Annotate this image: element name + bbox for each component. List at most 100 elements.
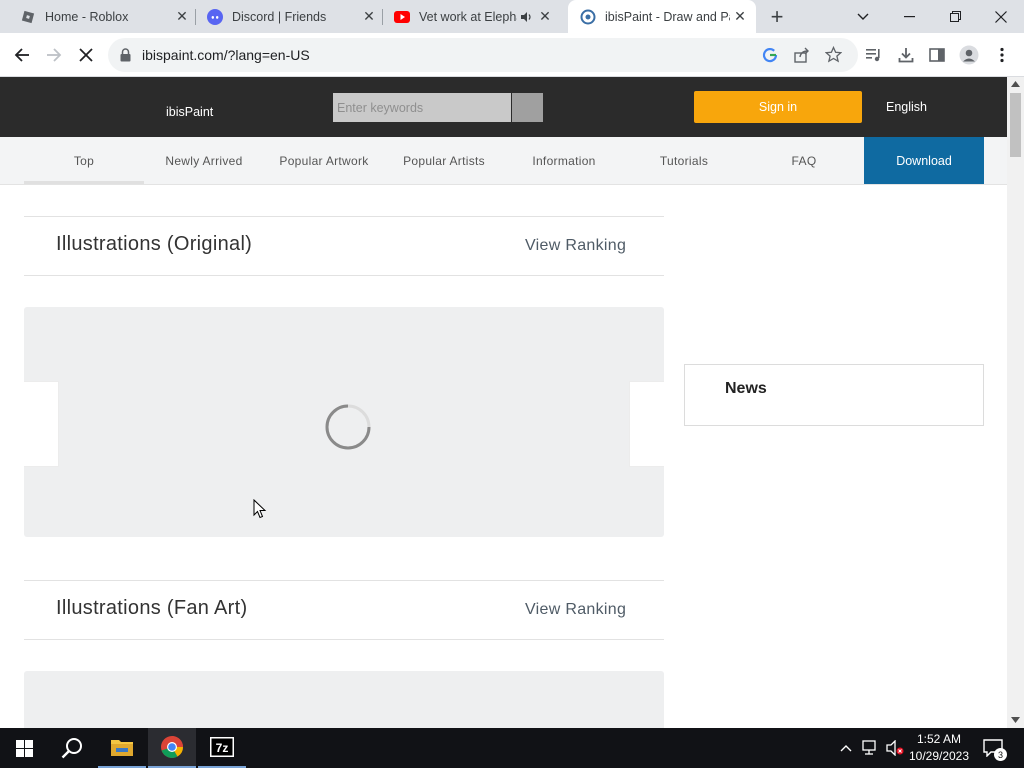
close-icon bbox=[79, 48, 93, 62]
side-panel-button[interactable] bbox=[923, 41, 951, 69]
arrow-right-icon bbox=[47, 48, 62, 62]
artwork-carousel[interactable] bbox=[24, 307, 664, 537]
close-window-button[interactable] bbox=[978, 0, 1024, 33]
nav-top[interactable]: Top bbox=[24, 137, 144, 184]
mouse-cursor-icon bbox=[253, 499, 267, 519]
nav-newly-arrived[interactable]: Newly Arrived bbox=[144, 137, 264, 184]
nav-faq[interactable]: FAQ bbox=[744, 137, 864, 184]
web-page: ibisPaint Sign in English Top Newly Arri… bbox=[0, 77, 1007, 728]
nav-popular-artists[interactable]: Popular Artists bbox=[384, 137, 504, 184]
address-bar[interactable]: ibispaint.com/?lang=en-US bbox=[108, 38, 858, 72]
search-button[interactable] bbox=[512, 93, 543, 122]
search-input[interactable] bbox=[333, 93, 511, 122]
profile-button[interactable] bbox=[955, 41, 983, 69]
file-explorer-button[interactable] bbox=[98, 728, 146, 768]
browser-tab-strip: Home - Roblox ✕ Discord | Friends ✕ Vet … bbox=[0, 0, 1024, 33]
nav-popular-artwork[interactable]: Popular Artwork bbox=[264, 137, 384, 184]
view-ranking-link[interactable]: View Ranking bbox=[525, 601, 626, 619]
section-divider bbox=[24, 580, 664, 581]
section-title-fan-art: Illustrations (Fan Art) bbox=[56, 597, 248, 619]
close-icon bbox=[995, 10, 1007, 23]
download-icon bbox=[898, 48, 914, 63]
new-tab-button[interactable]: + bbox=[764, 4, 790, 30]
close-icon[interactable]: ✕ bbox=[359, 7, 379, 27]
7zip-icon: 7z bbox=[210, 737, 234, 757]
section-divider bbox=[24, 216, 664, 217]
tab-ibispaint[interactable]: ibisPaint - Draw and Paint ✕ bbox=[568, 0, 756, 33]
close-icon[interactable]: ✕ bbox=[172, 7, 192, 27]
volume-button[interactable] bbox=[884, 728, 906, 768]
media-control-button[interactable] bbox=[860, 41, 888, 69]
downloads-button[interactable] bbox=[892, 41, 920, 69]
nav-information[interactable]: Information bbox=[504, 137, 624, 184]
carousel-prev-button[interactable] bbox=[24, 381, 59, 467]
stop-loading-button[interactable] bbox=[72, 41, 100, 69]
windows-taskbar: 7z 1:52 AM 10/29/2023 3 bbox=[0, 728, 1024, 768]
svg-text:7z: 7z bbox=[216, 741, 229, 755]
taskbar-search-button[interactable] bbox=[48, 728, 96, 768]
forward-button[interactable] bbox=[40, 41, 68, 69]
bookmark-star-icon[interactable] bbox=[824, 45, 843, 68]
tab-title: ibisPaint - Draw and Paint bbox=[605, 9, 730, 24]
windows-logo-icon bbox=[15, 739, 33, 757]
language-selector[interactable]: English bbox=[886, 100, 927, 114]
network-status-button[interactable] bbox=[860, 728, 882, 768]
browser-toolbar: ibispaint.com/?lang=en-US bbox=[0, 33, 1024, 77]
tab-discord[interactable]: Discord | Friends ✕ bbox=[195, 0, 385, 33]
section-title-original: Illustrations (Original) bbox=[56, 233, 253, 255]
scroll-up-icon[interactable] bbox=[1011, 81, 1020, 87]
view-ranking-link[interactable]: View Ranking bbox=[525, 237, 626, 255]
nav-active-indicator bbox=[24, 181, 144, 184]
chrome-taskbar-button[interactable] bbox=[148, 728, 196, 768]
nav-tutorials[interactable]: Tutorials bbox=[624, 137, 744, 184]
restore-button[interactable] bbox=[932, 0, 978, 33]
site-header: ibisPaint Sign in English bbox=[0, 77, 1007, 137]
notification-count-badge: 3 bbox=[994, 748, 1007, 761]
more-vert-icon bbox=[1000, 47, 1004, 63]
tab-title: Home - Roblox bbox=[45, 9, 129, 24]
google-lens-icon[interactable] bbox=[762, 47, 778, 68]
tab-title: Discord | Friends bbox=[232, 9, 327, 24]
back-button[interactable] bbox=[8, 41, 36, 69]
scroll-down-icon[interactable] bbox=[1011, 717, 1020, 723]
news-title: News bbox=[725, 380, 767, 397]
chevron-down-icon bbox=[857, 13, 869, 20]
file-explorer-icon bbox=[111, 740, 133, 756]
roblox-icon bbox=[20, 9, 36, 25]
restore-icon bbox=[949, 11, 961, 22]
loading-spinner-icon bbox=[325, 404, 371, 450]
show-hidden-icons-button[interactable] bbox=[836, 728, 856, 768]
close-icon[interactable]: ✕ bbox=[535, 7, 555, 27]
close-icon[interactable]: ✕ bbox=[730, 7, 750, 27]
news-panel: News bbox=[684, 364, 984, 426]
scrollbar-thumb[interactable] bbox=[1010, 93, 1021, 157]
sign-in-button[interactable]: Sign in bbox=[694, 91, 862, 123]
network-icon bbox=[862, 740, 876, 755]
start-button[interactable] bbox=[0, 728, 48, 768]
section-divider bbox=[24, 275, 664, 276]
lock-icon[interactable] bbox=[120, 48, 131, 67]
minimize-button[interactable] bbox=[886, 0, 932, 33]
chrome-icon bbox=[161, 736, 183, 758]
youtube-icon bbox=[394, 9, 410, 25]
action-center-button[interactable]: 3 bbox=[978, 728, 1008, 768]
site-nav: Top Newly Arrived Popular Artwork Popula… bbox=[0, 137, 1007, 185]
browser-menu-button[interactable] bbox=[988, 41, 1016, 69]
download-button[interactable]: Download bbox=[864, 137, 984, 184]
page-scrollbar[interactable] bbox=[1007, 77, 1024, 728]
avatar-icon bbox=[959, 45, 979, 65]
site-logo[interactable]: ibisPaint bbox=[166, 105, 213, 119]
audio-playing-icon[interactable] bbox=[517, 11, 535, 23]
artwork-carousel[interactable] bbox=[24, 671, 664, 728]
arrow-left-icon bbox=[14, 48, 29, 62]
carousel-next-button[interactable] bbox=[629, 381, 664, 467]
share-icon[interactable] bbox=[794, 47, 810, 68]
side-panel-icon bbox=[929, 48, 945, 62]
tab-youtube[interactable]: Vet work at Elephant ✕ bbox=[382, 0, 568, 33]
url-text[interactable]: ibispaint.com/?lang=en-US bbox=[142, 47, 310, 63]
tab-search-button[interactable] bbox=[840, 0, 886, 33]
7zip-taskbar-button[interactable]: 7z bbox=[198, 728, 246, 768]
clock-date: 10/29/2023 bbox=[908, 749, 970, 763]
tab-roblox[interactable]: Home - Roblox ✕ bbox=[8, 0, 198, 33]
taskbar-clock[interactable]: 1:52 AM 10/29/2023 bbox=[908, 731, 970, 765]
